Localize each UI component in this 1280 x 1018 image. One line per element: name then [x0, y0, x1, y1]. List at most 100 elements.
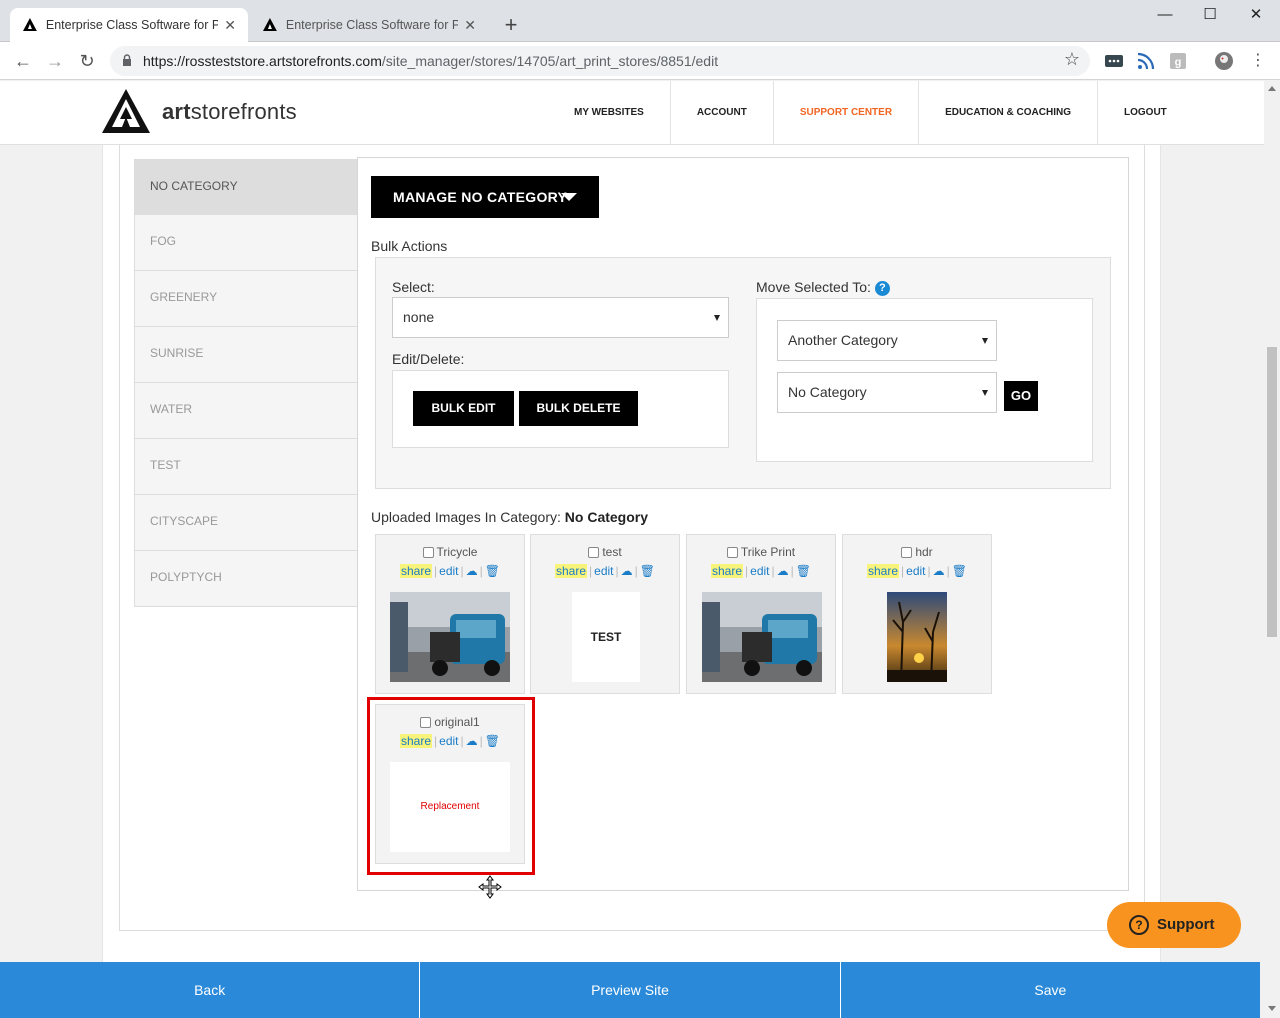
share-link[interactable]: share	[400, 564, 433, 578]
browser-toolbar: ← → ↻ https://rossteststore.artstorefron…	[0, 42, 1280, 80]
share-link[interactable]: share	[711, 564, 744, 578]
edit-link[interactable]: edit	[439, 564, 458, 578]
edit-delete-box: BULK EDIT BULK DELETE	[392, 370, 729, 448]
browser-tab-1[interactable]: Enterprise Class Software for Print ✕	[10, 8, 248, 42]
extension-icon[interactable]	[1104, 51, 1124, 71]
category-item-polyptych[interactable]: POLYPTYCH	[134, 551, 358, 607]
thumbnail-photo-trike[interactable]	[390, 592, 510, 682]
support-button[interactable]: ? Support	[1107, 902, 1241, 948]
image-name: Trike Print	[740, 545, 796, 559]
nav-logout[interactable]: LOGOUT	[1098, 81, 1193, 145]
help-question-icon[interactable]: ?	[874, 281, 890, 296]
image-card-trike-print: Trike Print share | edit | ☁ | 🗑	[686, 534, 836, 694]
manage-category-dropdown-button[interactable]: MANAGE NO CATEGORY	[371, 176, 599, 218]
bulk-actions-box: Select: none Edit/Delete: BULK EDIT BULK…	[375, 257, 1111, 489]
browser-tab-2[interactable]: Enterprise Class Software for Print ✕	[250, 8, 488, 42]
edit-link[interactable]: edit	[906, 564, 925, 578]
category-item-cityscape[interactable]: CITYSCAPE	[134, 495, 358, 551]
artstorefronts-logo-icon[interactable]	[100, 87, 152, 135]
trash-icon[interactable]: 🗑	[485, 564, 500, 578]
image-card-tricycle: Tricycle share | edit | ☁ | 🗑	[375, 534, 525, 694]
dropdown-arrow-icon	[714, 315, 720, 321]
category-item-fog[interactable]: FOG	[134, 215, 358, 271]
trash-icon[interactable]: 🗑	[640, 564, 655, 578]
forward-arrow-icon[interactable]: →	[44, 50, 66, 72]
minimize-icon[interactable]: —	[1150, 4, 1180, 26]
window-close-icon[interactable]: ✕	[1241, 4, 1271, 26]
edit-link[interactable]: edit	[594, 564, 613, 578]
move-target-dropdown[interactable]: No Category	[777, 372, 997, 413]
manage-button-label: MANAGE NO CATEGORY	[393, 189, 568, 205]
share-link[interactable]: share	[555, 564, 588, 578]
category-item-no-category[interactable]: NO CATEGORY	[134, 159, 358, 215]
edit-link[interactable]: edit	[750, 564, 769, 578]
nav-support-center[interactable]: SUPPORT CENTER	[774, 81, 920, 145]
support-label: Support	[1157, 916, 1215, 933]
image-checkbox[interactable]	[726, 547, 738, 558]
move-target-value: No Category	[788, 384, 867, 400]
browser-menu-icon[interactable]: ⋮	[1247, 50, 1269, 72]
share-link[interactable]: share	[867, 564, 900, 578]
trash-icon[interactable]: 🗑	[952, 564, 967, 578]
caret-down-icon	[561, 193, 577, 201]
reload-icon[interactable]: ↻	[76, 50, 98, 72]
back-arrow-icon[interactable]: ←	[12, 50, 34, 72]
rss-icon[interactable]	[1136, 51, 1156, 71]
page-scrollbar[interactable]	[1264, 81, 1280, 1018]
bulk-edit-button[interactable]: BULK EDIT	[413, 391, 514, 426]
select-dropdown[interactable]: none	[392, 297, 729, 338]
cloud-download-icon[interactable]: ☁	[621, 564, 633, 578]
bulk-delete-button[interactable]: BULK DELETE	[519, 391, 638, 426]
dropdown-arrow-icon	[982, 338, 988, 344]
back-button[interactable]: Back	[0, 962, 421, 1018]
extension-g-icon[interactable]: g	[1168, 51, 1188, 71]
category-item-sunrise[interactable]: SUNRISE	[134, 327, 358, 383]
maximize-icon[interactable]: ☐	[1195, 4, 1225, 26]
cloud-download-icon[interactable]: ☁	[466, 564, 478, 578]
trash-icon[interactable]: 🗑	[796, 564, 811, 578]
image-checkbox[interactable]	[901, 547, 913, 558]
cloud-download-icon[interactable]: ☁	[933, 564, 945, 578]
nav-account[interactable]: ACCOUNT	[671, 81, 774, 145]
scroll-down-icon[interactable]	[1268, 1006, 1276, 1011]
move-type-dropdown[interactable]: Another Category	[777, 320, 997, 361]
cloud-download-icon[interactable]: ☁	[777, 564, 789, 578]
address-bar[interactable]: https://rossteststore.artstorefronts.com…	[110, 46, 1090, 76]
category-list: NO CATEGORY FOG GREENERY SUNRISE WATER T…	[134, 159, 358, 607]
image-card-test: test share | edit | ☁ | 🗑 TEST	[530, 534, 680, 694]
browser-tab-bar: Enterprise Class Software for Print ✕ En…	[0, 0, 1280, 42]
top-navigation: MY WEBSITES ACCOUNT SUPPORT CENTER EDUCA…	[548, 81, 1193, 145]
thumbnail-test-text[interactable]: TEST	[572, 592, 640, 682]
move-selected-box: Another Category No Category GO	[756, 298, 1093, 462]
image-checkbox[interactable]	[588, 547, 600, 558]
close-tab-icon[interactable]: ✕	[224, 17, 236, 34]
url-text: https://rossteststore.artstorefronts.com…	[143, 53, 719, 69]
profile-avatar-icon[interactable]	[1214, 51, 1234, 71]
scroll-up-icon[interactable]	[1268, 86, 1276, 91]
nav-education-coaching[interactable]: EDUCATION & COACHING	[919, 81, 1098, 145]
go-button[interactable]: GO	[1004, 381, 1038, 411]
nav-my-websites[interactable]: MY WEBSITES	[548, 81, 671, 145]
category-item-test[interactable]: TEST	[134, 439, 358, 495]
thumbnail-photo-sunset[interactable]	[887, 592, 947, 682]
scroll-thumb[interactable]	[1267, 347, 1277, 637]
edit-delete-label: Edit/Delete:	[392, 351, 465, 367]
close-tab-icon[interactable]: ✕	[464, 17, 476, 34]
move-selected-label: Move Selected To:?	[756, 279, 890, 296]
site-favicon-icon	[22, 18, 37, 31]
highlight-box	[367, 697, 535, 875]
thumbnail-photo-trike[interactable]	[702, 592, 822, 682]
site-header: artstorefronts MY WEBSITES ACCOUNT SUPPO…	[0, 81, 1264, 145]
tab-title: Enterprise Class Software for Print	[285, 18, 459, 32]
image-name: test	[602, 545, 622, 559]
preview-site-button[interactable]: Preview Site	[420, 962, 841, 1018]
logo-text[interactable]: artstorefronts	[162, 99, 297, 125]
new-tab-icon[interactable]: +	[500, 12, 522, 38]
tab-title: Enterprise Class Software for Print	[45, 18, 219, 32]
category-item-water[interactable]: WATER	[134, 383, 358, 439]
bookmark-star-icon[interactable]: ☆	[1064, 49, 1080, 70]
svg-text:g: g	[1175, 57, 1182, 69]
save-button[interactable]: Save	[841, 962, 1260, 1018]
category-item-greenery[interactable]: GREENERY	[134, 271, 358, 327]
image-checkbox[interactable]	[422, 547, 434, 558]
